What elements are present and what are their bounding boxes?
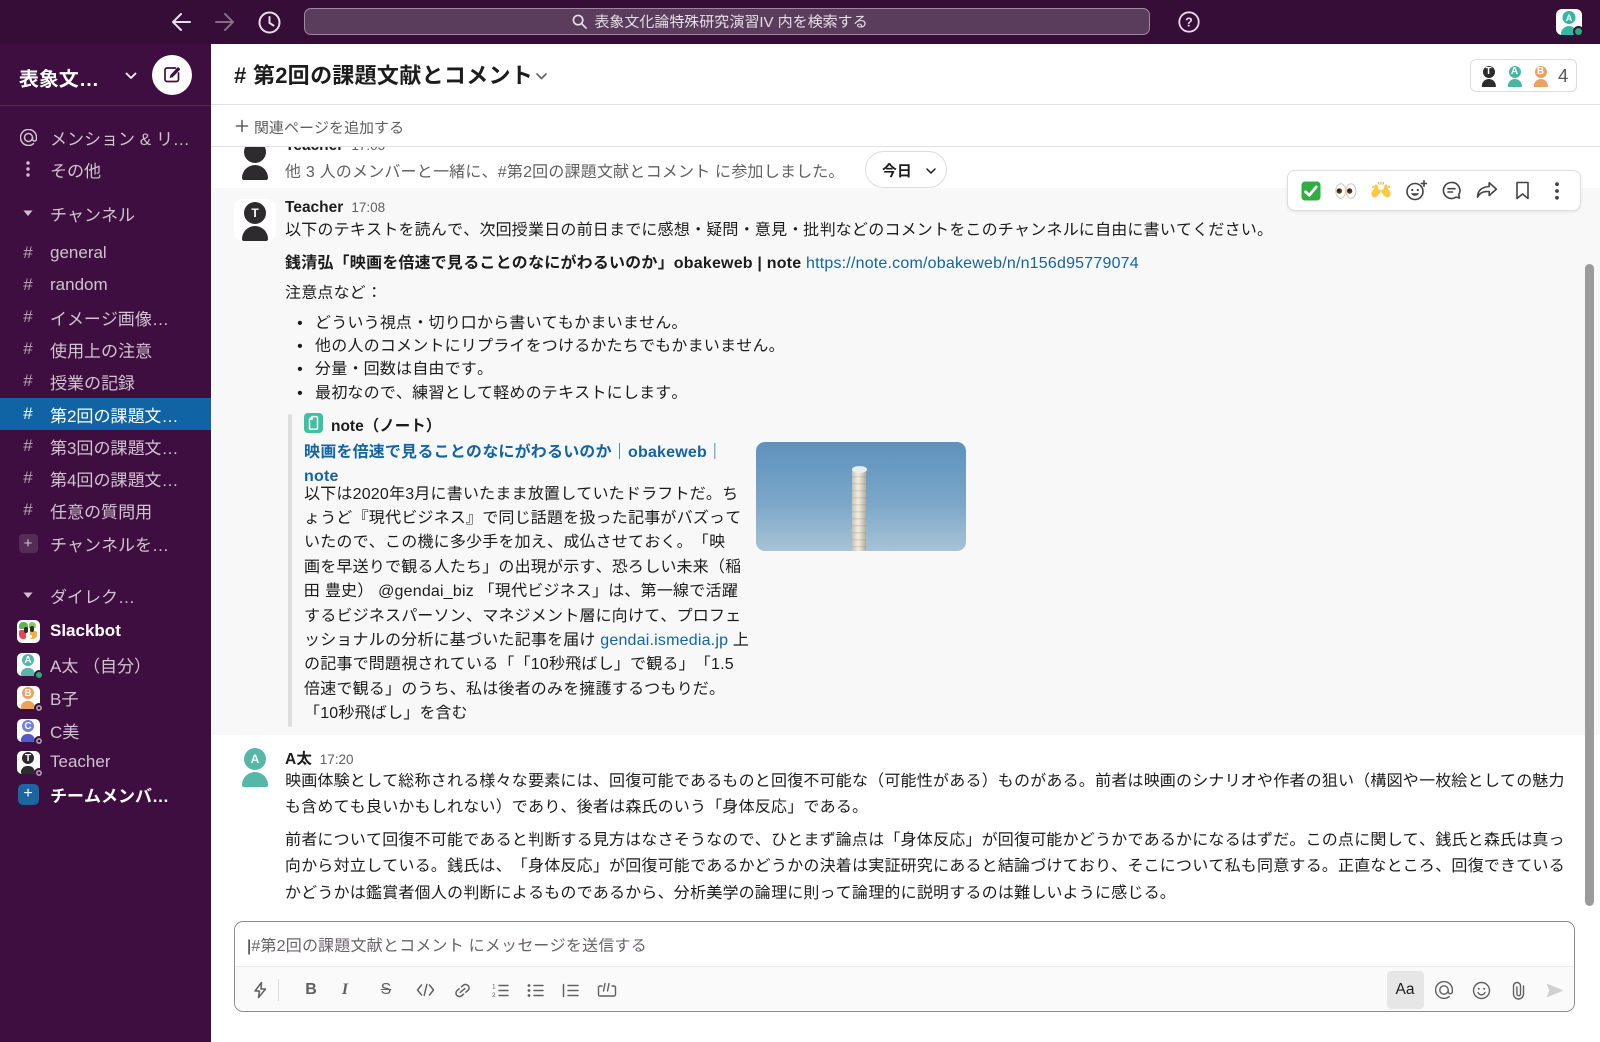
svg-text:?: ? (1185, 15, 1193, 29)
svg-text:2: 2 (492, 992, 496, 998)
svg-text:1: 1 (492, 983, 496, 990)
